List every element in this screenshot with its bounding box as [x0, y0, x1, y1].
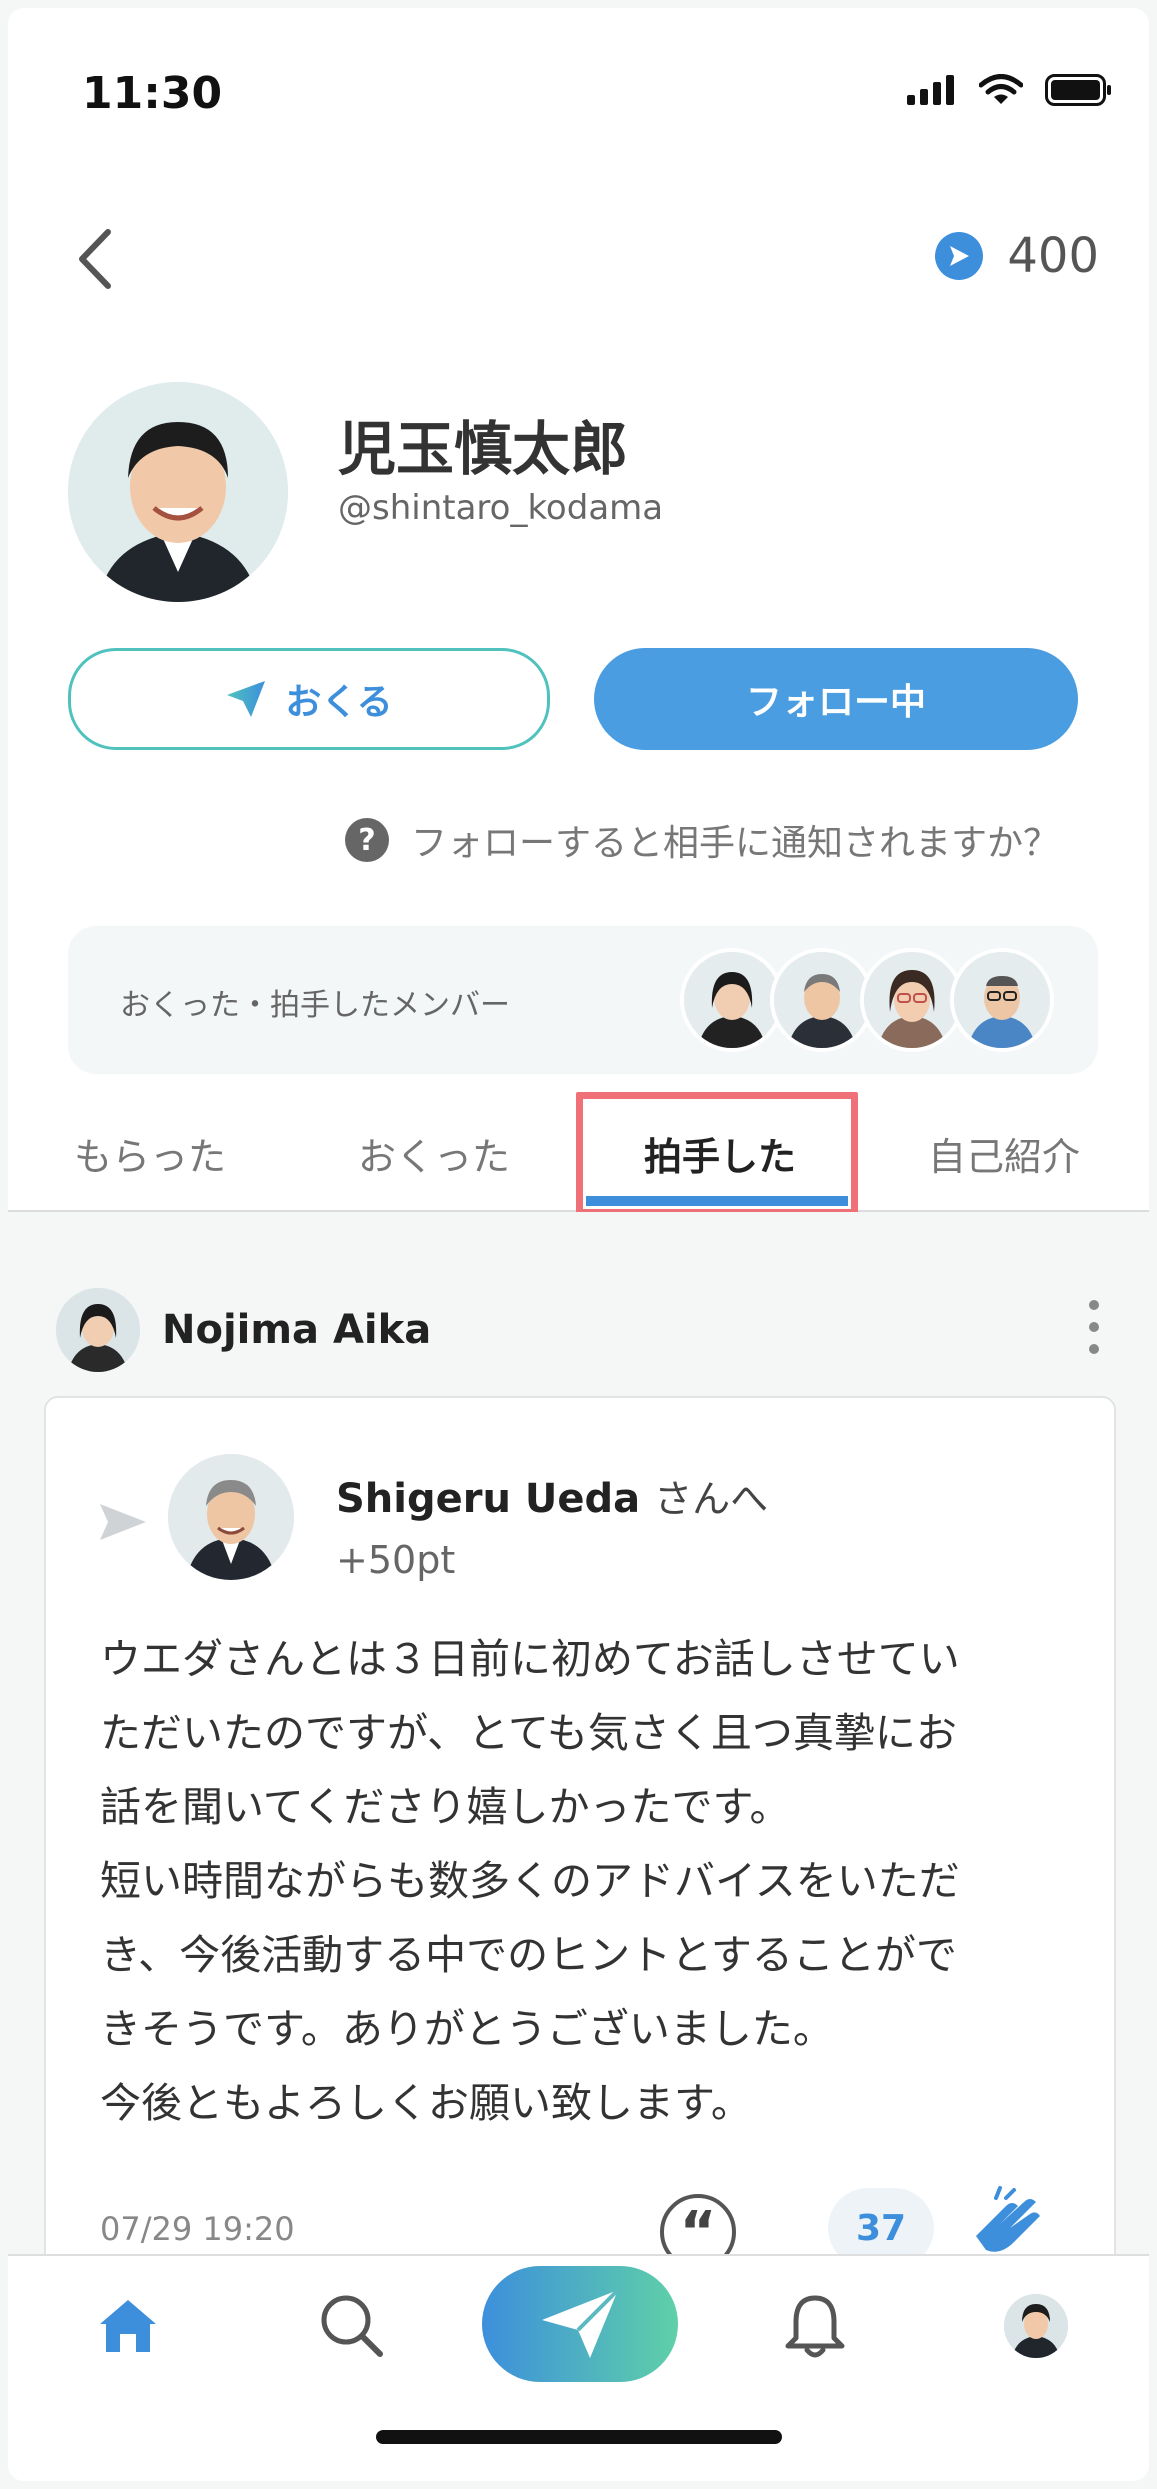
- members-panel[interactable]: おくった・拍手したメンバー: [68, 926, 1098, 1074]
- chevron-left-icon: [79, 229, 111, 289]
- post-author[interactable]: Nojima Aika: [56, 1288, 431, 1372]
- profile-handle: @shintaro_kodama: [338, 488, 664, 528]
- tab-self-introduction[interactable]: 自己紹介: [928, 1126, 1080, 1181]
- profile-nav-avatar: [1004, 2294, 1068, 2358]
- nav-search[interactable]: [318, 2292, 384, 2362]
- following-button-label: フォロー中: [745, 682, 926, 723]
- member-avatar: [950, 948, 1054, 1052]
- message-line: 短い時間ながらも数多くのアドバイスをいただ: [100, 1857, 960, 1905]
- paper-plane-icon: [542, 2288, 620, 2358]
- points-value: 400: [1007, 228, 1099, 284]
- status-time: 11:30: [82, 68, 223, 119]
- search-icon: [321, 2295, 383, 2357]
- home-indicator: [376, 2430, 782, 2444]
- author-avatar: [56, 1288, 140, 1372]
- app-screen: 11:30 400 児玉慎太郎 @shintaro_kodama おくる フォロ…: [8, 8, 1149, 2481]
- message-line: 今後ともよろしくお願い致します。: [100, 2079, 752, 2127]
- compose-send-button[interactable]: [482, 2266, 678, 2382]
- member-avatar: [860, 948, 964, 1052]
- post-card[interactable]: Shigeru Ueda さんへ +50pt ウエダさんとは３日前に初めてお話しさ…: [44, 1396, 1116, 2300]
- tab-received[interactable]: もらった: [74, 1126, 226, 1181]
- post-date: 07/29 19:20: [100, 2210, 295, 2248]
- points-display[interactable]: 400: [935, 228, 1099, 284]
- profile-avatar: [68, 382, 288, 602]
- home-icon: [100, 2300, 156, 2352]
- message-line: き、今後活動する中でのヒントとすることがで: [100, 1931, 957, 1979]
- send-arrow-icon: [100, 1504, 146, 1540]
- signal-icon: [907, 75, 954, 105]
- member-avatar: [770, 948, 874, 1052]
- following-button[interactable]: フォロー中: [594, 648, 1078, 750]
- bell-icon: [785, 2295, 845, 2358]
- profile-name: 児玉慎太郎: [338, 415, 629, 483]
- status-icons: [907, 74, 1113, 106]
- send-points-icon: [935, 232, 984, 280]
- more-options-icon[interactable]: [1089, 1300, 1099, 1354]
- send-button[interactable]: おくる: [68, 648, 550, 750]
- points-awarded: +50pt: [336, 1538, 456, 1582]
- bottom-navigation: [8, 2254, 1149, 2481]
- tab-sent[interactable]: おくった: [358, 1126, 510, 1181]
- recipient-suffix: さんへ: [654, 1477, 769, 1521]
- help-text: フォローすると相手に通知されますか？: [410, 823, 1059, 864]
- clap-icon[interactable]: [966, 2184, 1046, 2264]
- back-button[interactable]: [68, 224, 128, 294]
- message-line: ウエダさんとは３日前に初めてお話しさせてい: [100, 1635, 960, 1683]
- feed: Nojima Aika Shigeru Ueda さんへ +50pt ウエダさんと…: [8, 1212, 1149, 2300]
- recipient-name[interactable]: Shigeru Ueda: [336, 1476, 640, 1522]
- profile-tabs: もらった おくった 拍手した 自己紹介: [8, 1078, 1149, 1216]
- active-tab-indicator: [586, 1196, 848, 1206]
- follow-notification-help[interactable]: ? フォローすると相手に通知されますか？: [344, 814, 1059, 866]
- message-line: 話を聞いてくださり嬉しかったです。: [100, 1783, 791, 1831]
- post-message: ウエダさんとは３日前に初めてお話しさせてい ただいたのですが、とても気さく且つ真…: [100, 1622, 1090, 2140]
- nav-notifications[interactable]: [784, 2292, 846, 2364]
- send-button-label: おくる: [285, 682, 393, 723]
- message-line: きそうです。ありがとうございました。: [100, 2005, 834, 2053]
- recipient-line: Shigeru Ueda さんへ: [336, 1468, 768, 1523]
- message-line: ただいたのですが、とても気さく且つ真摯にお: [100, 1709, 957, 1757]
- paper-plane-icon: [227, 681, 266, 717]
- nav-profile[interactable]: [1004, 2294, 1068, 2358]
- member-avatars: [680, 948, 1054, 1052]
- recipient-avatar[interactable]: [168, 1454, 294, 1580]
- members-label: おくった・拍手したメンバー: [120, 988, 510, 1023]
- author-name: Nojima Aika: [162, 1307, 432, 1353]
- wifi-icon: [979, 74, 1023, 104]
- tab-clapped[interactable]: 拍手した: [644, 1126, 796, 1181]
- help-icon: ?: [344, 818, 389, 862]
- nav-home[interactable]: [96, 2296, 160, 2360]
- member-avatar: [680, 948, 784, 1052]
- battery-icon: [1045, 74, 1111, 106]
